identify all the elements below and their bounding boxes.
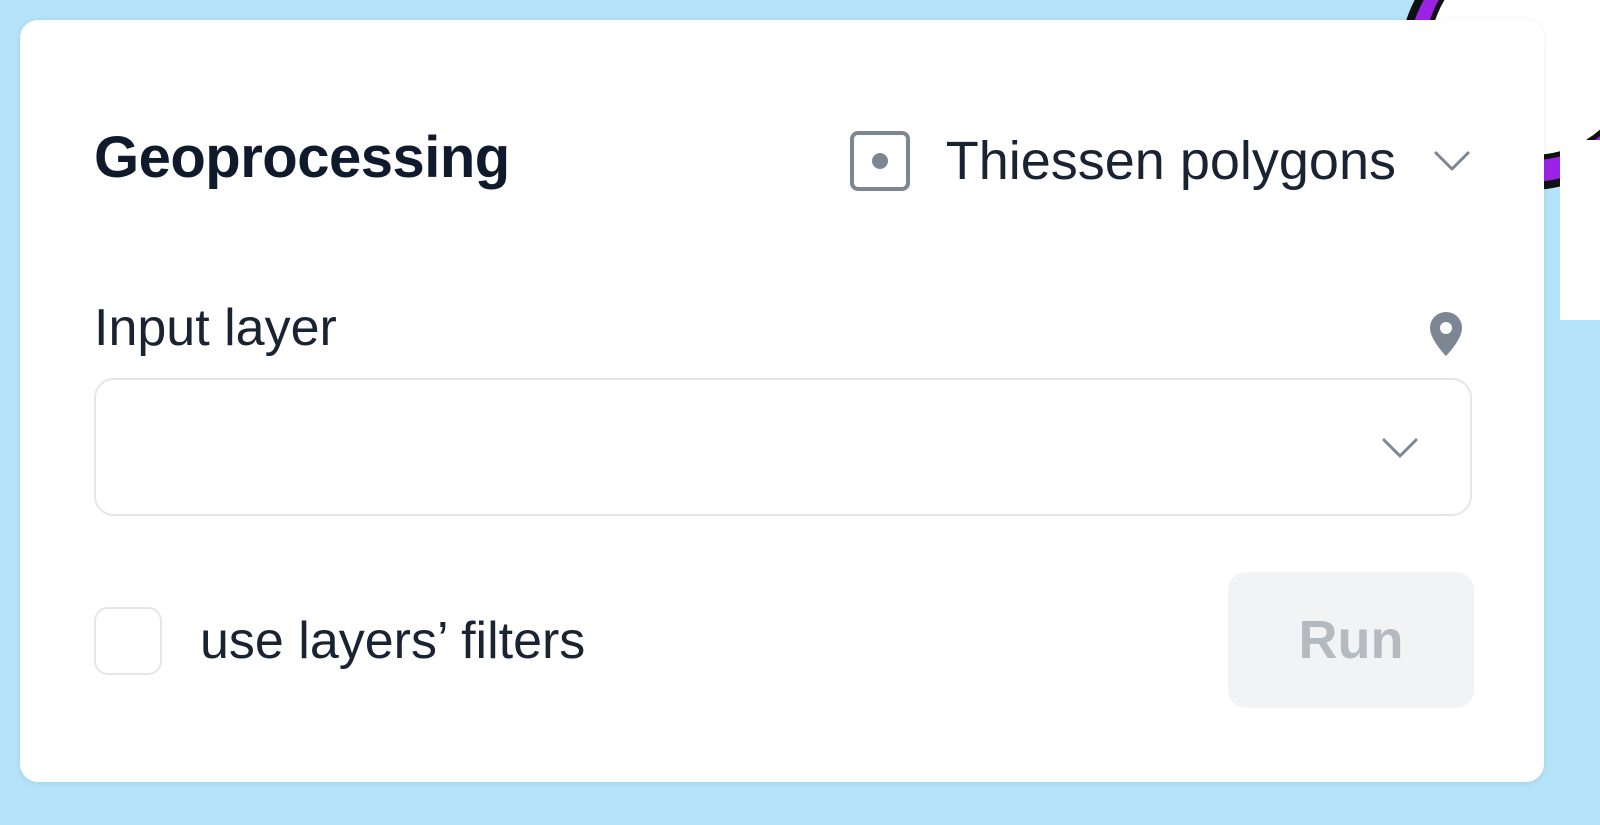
input-layer-select[interactable] bbox=[94, 378, 1472, 516]
geoprocessing-panel: Geoprocessing Thiessen polygons Input la… bbox=[20, 20, 1544, 782]
tool-dropdown[interactable]: Thiessen polygons bbox=[849, 126, 1472, 196]
panel-header: Geoprocessing Thiessen polygons bbox=[94, 120, 1472, 200]
use-filters-option: use layers’ filters bbox=[94, 606, 585, 676]
tool-dropdown-label: Thiessen polygons bbox=[945, 131, 1396, 191]
use-filters-label[interactable]: use layers’ filters bbox=[200, 611, 585, 671]
run-button[interactable]: Run bbox=[1228, 572, 1474, 708]
map-pin-icon[interactable] bbox=[1428, 310, 1464, 358]
chevron-down-icon bbox=[1432, 141, 1472, 181]
use-filters-checkbox[interactable] bbox=[94, 607, 162, 675]
map-side-panel bbox=[1560, 140, 1600, 320]
panel-title: Geoprocessing bbox=[94, 125, 510, 190]
input-layer-label: Input layer bbox=[94, 299, 337, 357]
chevron-down-icon bbox=[1380, 428, 1420, 468]
point-in-square-icon bbox=[849, 131, 910, 191]
